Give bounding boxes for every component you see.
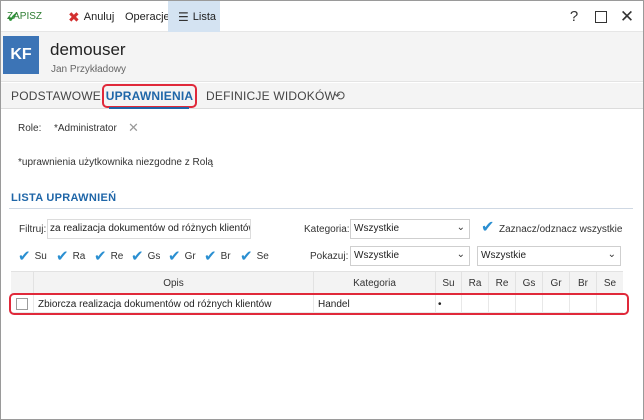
tab-view-definitions[interactable]: DEFINICJE WIDOKÓW	[206, 83, 336, 109]
full-name: Jan Przykładowy	[51, 64, 127, 75]
role-label: Role:	[18, 123, 42, 134]
check-icon: ✔	[18, 247, 31, 265]
column-header[interactable]: Kategoria	[313, 272, 435, 294]
show-select[interactable]: Wszystkie ⌄	[350, 246, 470, 266]
category-selected: Wszystkie	[354, 223, 399, 234]
toggle-all-checkbox[interactable]: ✔	[481, 220, 494, 236]
tab-bar: PODSTAWOWE UPRAWNIENIA DEFINICJE WIDOKÓW…	[1, 83, 643, 109]
perm-check-label: Ra	[72, 250, 86, 262]
user-edit-window: ✔ ZAPISZ ✖ Anuluj Operacje ☰ Lista ? ✕ K…	[0, 0, 644, 420]
header-select-col	[11, 272, 33, 294]
close-icon: ✖	[68, 8, 80, 25]
perm-check-label: Su	[34, 250, 47, 262]
perm-check-gs[interactable]: ✔ Gs	[131, 247, 160, 265]
show-label: Pokazuj:	[310, 251, 349, 262]
perm-check-br[interactable]: ✔ Br	[204, 247, 231, 265]
column-header[interactable]: Br	[569, 272, 596, 294]
section-title: LISTA UPRAWNIEŃ	[11, 192, 117, 204]
help-button[interactable]: ?	[561, 1, 587, 32]
perm-check-se[interactable]: ✔ Se	[240, 247, 269, 265]
show-select-secondary[interactable]: Wszystkie ⌄	[477, 246, 621, 266]
perm-check-su[interactable]: ✔ Su	[18, 247, 47, 265]
column-header[interactable]: Re	[488, 272, 515, 294]
tab-permissions[interactable]: UPRAWNIENIA	[102, 84, 197, 108]
perm-check-label: Re	[110, 250, 124, 262]
permissions-note: *uprawnienia użytkownika niezgodne z Rol…	[18, 157, 214, 168]
check-icon: ✔	[168, 247, 181, 265]
check-icon: ✔	[94, 247, 107, 265]
save-label: ZAPISZ	[7, 11, 43, 22]
tab-basic[interactable]: PODSTAWOWE	[11, 83, 101, 109]
column-header[interactable]: Gs	[515, 272, 542, 294]
clear-role-icon[interactable]: ✕	[128, 120, 139, 136]
close-window-button[interactable]: ✕	[614, 1, 640, 32]
perm-check-label: Gs	[147, 250, 161, 262]
check-icon: ✔	[56, 247, 69, 265]
chevron-down-icon: ⌄	[607, 249, 616, 260]
category-label: Kategoria:	[304, 224, 350, 235]
column-header[interactable]: Gr	[542, 272, 569, 294]
maximize-button[interactable]	[588, 1, 614, 32]
user-header: KF demouser Jan Przykładowy	[1, 32, 643, 82]
table-header: Opis Kategoria Su Ra Re Gs Gr Br Se	[11, 271, 623, 295]
check-icon: ✔	[240, 247, 253, 265]
cancel-label: Anuluj	[83, 10, 115, 23]
history-icon[interactable]: ⟲	[334, 83, 345, 109]
show-selected: Wszystkie	[354, 250, 399, 261]
column-header[interactable]: Se	[596, 272, 623, 294]
perm-check-gr[interactable]: ✔ Gr	[168, 247, 196, 265]
show-selected-secondary: Wszystkie	[481, 250, 526, 261]
operations-button[interactable]: Operacje	[125, 1, 170, 32]
check-icon: ✔	[204, 247, 217, 265]
perm-check-re[interactable]: ✔ Re	[94, 247, 123, 265]
active-tab-indicator	[109, 107, 189, 109]
operations-label: Operacje	[125, 10, 170, 23]
maximize-icon	[595, 10, 607, 23]
cancel-button[interactable]: ✖ Anuluj	[68, 1, 114, 32]
chevron-down-icon: ⌄	[456, 222, 465, 233]
category-select[interactable]: Wszystkie ⌄	[350, 219, 470, 239]
row-highlight-frame	[9, 293, 629, 315]
list-button[interactable]: ☰ Lista	[168, 1, 220, 32]
column-header[interactable]: Ra	[461, 272, 488, 294]
list-label: Lista	[192, 10, 217, 23]
toggle-all-label: Zaznacz/odznacz wszystkie	[499, 224, 623, 235]
filter-label: Filtruj:	[19, 224, 47, 235]
column-header[interactable]: Opis	[33, 272, 313, 294]
perm-check-label: Br	[220, 250, 231, 262]
hamburger-icon: ☰	[178, 9, 189, 24]
toolbar: ✔ ZAPISZ ✖ Anuluj Operacje ☰ Lista ? ✕	[1, 1, 643, 32]
chevron-down-icon: ⌄	[456, 249, 465, 260]
check-icon: ✔	[131, 247, 144, 265]
perm-check-ra[interactable]: ✔ Ra	[56, 247, 85, 265]
save-button[interactable]: ✔ ZAPISZ	[7, 1, 42, 32]
perm-check-label: Se	[256, 250, 269, 262]
filter-input[interactable]: za realizacja dokumentów od różnych klie…	[47, 219, 251, 239]
role-value: *Administrator	[54, 123, 117, 134]
column-header[interactable]: Su	[435, 272, 461, 294]
avatar: KF	[3, 36, 39, 74]
username: demouser	[50, 40, 126, 59]
perm-check-label: Gr	[184, 250, 196, 262]
section-divider	[9, 208, 633, 209]
